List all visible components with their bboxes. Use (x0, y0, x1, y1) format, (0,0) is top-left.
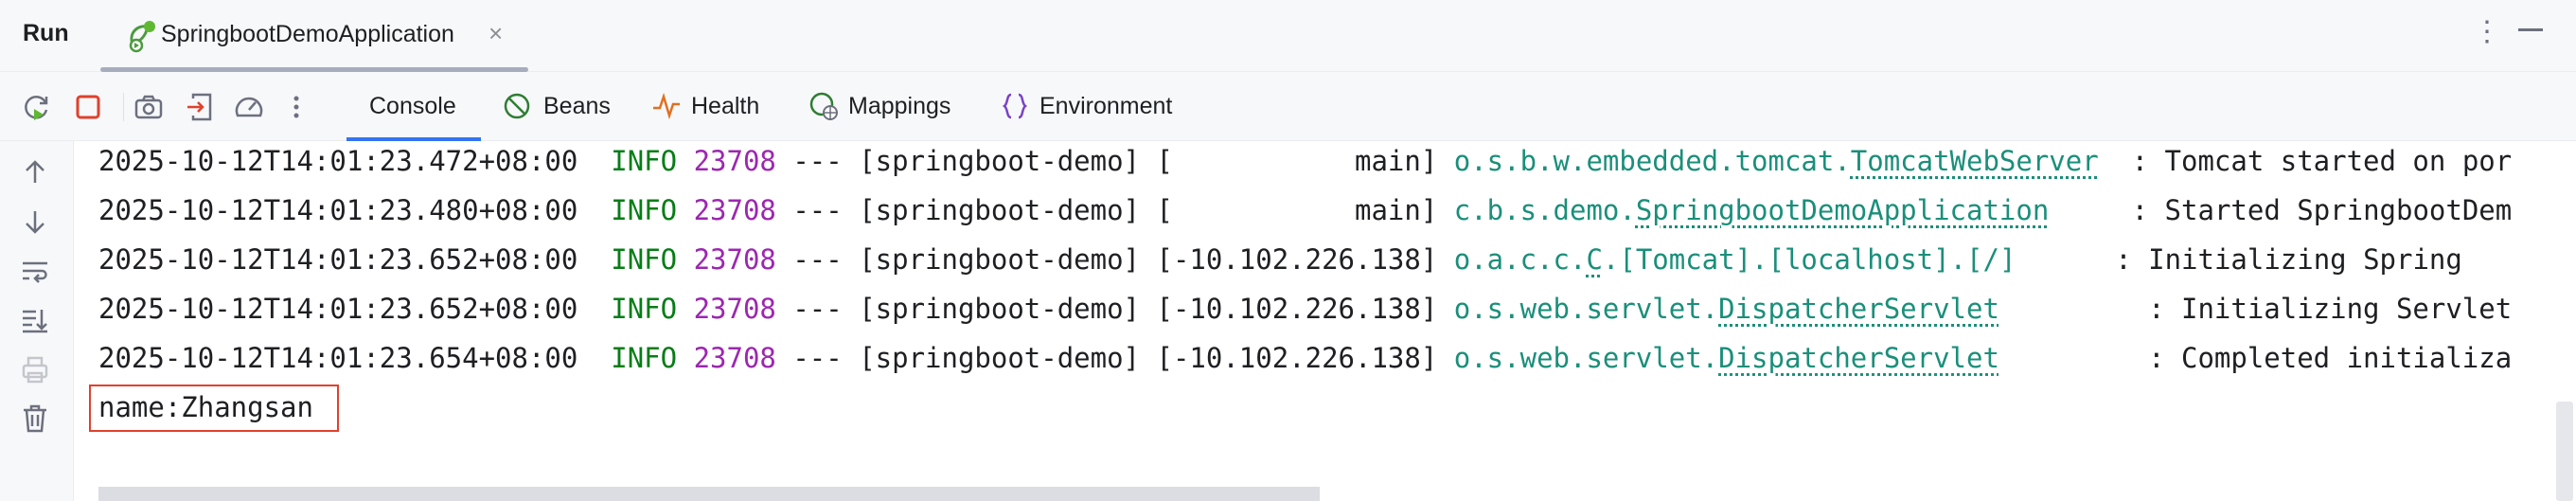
close-icon[interactable]: × (489, 19, 503, 48)
tab-beans[interactable]: Beans (502, 72, 625, 141)
log-message: : Started SpringbootDem (2131, 194, 2513, 226)
more-vertical-icon[interactable] (280, 91, 312, 123)
log-message: : Initializing Spring (2115, 243, 2479, 276)
log-separator: --- (792, 342, 843, 374)
log-padding (2099, 145, 2132, 177)
log-app: [springboot-demo] (859, 293, 1141, 325)
log-app: [springboot-demo] (859, 243, 1141, 276)
stop-icon[interactable] (72, 91, 104, 123)
run-tab-label: SpringbootDemoApplication (161, 21, 454, 47)
more-vertical-icon[interactable]: ⋮ (2473, 15, 2501, 48)
log-level: INFO (611, 194, 678, 226)
log-timestamp: 2025-10-12T14:01:23.654+08:00 (98, 342, 578, 374)
log-line: 2025-10-12T14:01:23.652+08:00 INFO 23708… (98, 292, 2512, 326)
log-logger-class-link[interactable]: DispatcherServlet (1718, 342, 1999, 374)
log-level: INFO (611, 342, 678, 374)
log-level: INFO (611, 243, 678, 276)
log-app: [springboot-demo] (859, 342, 1141, 374)
log-logger-package: o.s.web.servlet. (1453, 342, 1719, 374)
log-message: : Completed initializa (2148, 342, 2513, 374)
log-logger-package: o.s.web.servlet. (1453, 293, 1719, 325)
soft-wrap-icon[interactable] (19, 255, 51, 287)
log-separator: --- (792, 194, 843, 226)
log-padding (2016, 243, 2115, 276)
log-logger-class-link[interactable]: TomcatWebServer (1851, 145, 2099, 177)
log-app: [springboot-demo] (859, 145, 1141, 177)
run-config-tab[interactable]: SpringbootDemoApplication × (100, 0, 528, 72)
arrow-up-icon[interactable] (19, 156, 51, 188)
tab-beans-label: Beans (543, 93, 611, 119)
log-separator: --- (792, 243, 843, 276)
spring-boot-run-icon (129, 21, 155, 53)
log-timestamp: 2025-10-12T14:01:23.480+08:00 (98, 194, 578, 226)
arrow-down-icon[interactable] (19, 206, 51, 238)
speedometer-icon[interactable] (233, 91, 265, 123)
minimize-icon[interactable] (2518, 28, 2543, 31)
globe-map-icon (809, 92, 838, 120)
tab-health-label: Health (691, 93, 760, 119)
log-thread: [-10.102.226.138] (1156, 342, 1438, 374)
console-output[interactable]: 2025-10-12T14:01:23.472+08:00 INFO 23708… (74, 141, 2576, 501)
log-line: 2025-10-12T14:01:23.472+08:00 INFO 23708… (98, 144, 2512, 178)
tab-console[interactable]: Console (346, 72, 481, 141)
trash-icon[interactable] (19, 403, 51, 435)
console-side-toolbar (0, 141, 74, 501)
log-message: : Initializing Servlet (2148, 293, 2513, 325)
log-padding (1999, 342, 2148, 374)
log-app: [springboot-demo] (859, 194, 1141, 226)
log-pid: 23708 (693, 293, 776, 325)
log-separator: --- (792, 293, 843, 325)
log-timestamp: 2025-10-12T14:01:23.472+08:00 (98, 145, 578, 177)
log-logger-class-link[interactable]: C (1586, 243, 1602, 276)
vertical-scrollbar[interactable] (2556, 402, 2573, 501)
log-logger-class-link[interactable]: DispatcherServlet (1718, 293, 1999, 325)
scroll-to-end-icon[interactable] (19, 304, 51, 336)
toolbar-separator (123, 93, 124, 121)
log-logger-tail: .[Tomcat].[localhost].[/] (1602, 243, 2016, 276)
output-highlight-box (89, 385, 339, 432)
log-level: INFO (611, 145, 678, 177)
tab-environment-label: Environment (1039, 93, 1173, 119)
log-pid: 23708 (693, 194, 776, 226)
log-padding (2049, 194, 2131, 226)
log-thread: [-10.102.226.138] (1156, 293, 1438, 325)
log-logger-package: o.s.b.w.embedded.tomcat. (1453, 145, 1851, 177)
log-pid: 23708 (693, 145, 776, 177)
log-thread: [ main] (1156, 145, 1438, 177)
log-separator: --- (792, 145, 843, 177)
log-pid: 23708 (693, 243, 776, 276)
bean-icon (504, 93, 530, 119)
run-titlebar: Run SpringbootDemoApplication × ⋮ (0, 0, 2576, 72)
log-line: 2025-10-12T14:01:23.654+08:00 INFO 23708… (98, 341, 2512, 375)
rerun-icon[interactable] (21, 91, 53, 123)
log-message: : Tomcat started on por (2131, 145, 2513, 177)
pulse-icon (653, 92, 680, 120)
log-logger-package: o.a.c.c. (1453, 243, 1587, 276)
tab-mappings-label: Mappings (848, 93, 951, 119)
log-thread: [-10.102.226.138] (1156, 243, 1438, 276)
tab-environment[interactable]: Environment (1000, 72, 1189, 141)
tab-health[interactable]: Health (651, 72, 780, 141)
log-level: INFO (611, 293, 678, 325)
run-toolbar: Console Beans Health Mappings Environmen… (0, 72, 2576, 141)
log-line: 2025-10-12T14:01:23.480+08:00 INFO 23708… (98, 193, 2512, 227)
log-padding (1999, 293, 2148, 325)
tab-console-label: Console (369, 93, 456, 119)
log-line: 2025-10-12T14:01:23.652+08:00 INFO 23708… (98, 242, 2478, 277)
log-timestamp: 2025-10-12T14:01:23.652+08:00 (98, 293, 578, 325)
horizontal-scrollbar[interactable] (98, 487, 1320, 501)
log-timestamp: 2025-10-12T14:01:23.652+08:00 (98, 243, 578, 276)
camera-icon[interactable] (133, 91, 165, 123)
run-window-title: Run (23, 20, 69, 46)
tab-mappings[interactable]: Mappings (808, 72, 968, 141)
log-logger-package: c.b.s.demo. (1453, 194, 1636, 226)
print-icon (22, 356, 48, 384)
log-thread: [ main] (1156, 194, 1438, 226)
log-logger-class-link[interactable]: SpringbootDemoApplication (1636, 194, 2050, 226)
exit-icon[interactable] (184, 91, 216, 123)
log-pid: 23708 (693, 342, 776, 374)
braces-icon (1002, 93, 1028, 119)
